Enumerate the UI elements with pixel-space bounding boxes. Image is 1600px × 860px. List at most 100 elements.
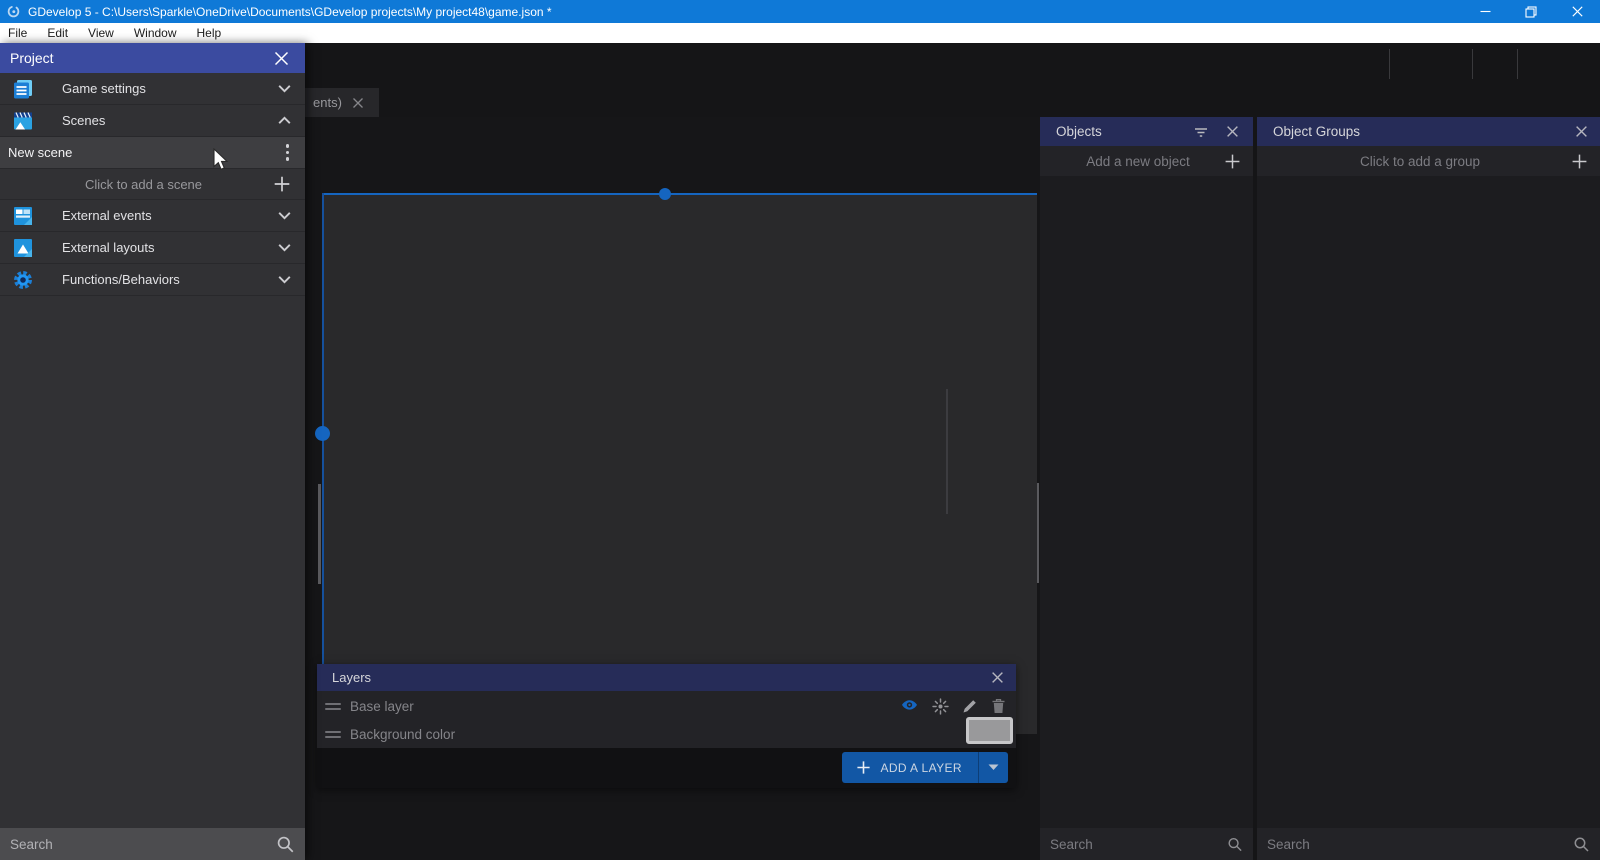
close-objects-icon[interactable] <box>1226 125 1239 138</box>
scene-options-menu-icon[interactable] <box>286 144 290 161</box>
close-icon <box>1572 6 1583 17</box>
close-project-icon[interactable] <box>274 51 289 66</box>
close-object-groups-icon[interactable] <box>1575 125 1588 138</box>
project-panel-title: Project <box>10 50 274 66</box>
project-section-scenes[interactable]: Scenes <box>0 105 305 137</box>
chevron-down-icon[interactable] <box>276 239 293 256</box>
menu-view[interactable]: View <box>78 23 124 43</box>
add-scene-row[interactable]: Click to add a scene <box>0 169 305 200</box>
layer-row-base[interactable]: Base layer <box>317 691 1016 721</box>
gdevelop-logo-icon <box>7 5 20 18</box>
project-search-input[interactable] <box>10 837 276 852</box>
menu-edit[interactable]: Edit <box>37 23 78 43</box>
add-scene-plus-icon[interactable] <box>273 175 291 193</box>
restore-icon <box>1525 6 1537 18</box>
layers-panel: Layers Base layer Background color ADD A <box>317 664 1016 788</box>
vertical-scrollbar-right[interactable] <box>1037 483 1039 583</box>
toolbar-separator <box>1517 49 1518 79</box>
selection-handle-top[interactable] <box>659 188 671 200</box>
edit-layer-pencil-icon[interactable] <box>962 698 978 714</box>
menu-file[interactable]: File <box>0 23 37 43</box>
objects-panel: Objects Add a new object <box>1040 117 1253 860</box>
plus-icon <box>856 760 871 775</box>
section-label: Game settings <box>62 81 146 96</box>
project-section-external-events[interactable]: External events <box>0 200 305 232</box>
objects-panel-scrollbar[interactable] <box>946 389 948 514</box>
objects-list-empty[interactable] <box>1040 176 1253 828</box>
search-icon <box>1573 836 1590 853</box>
add-layer-button[interactable]: ADD A LAYER <box>842 752 1008 783</box>
vertical-scrollbar-left[interactable] <box>318 484 321 584</box>
selection-handle-left[interactable] <box>315 426 330 441</box>
layer-effects-icon[interactable] <box>932 698 949 715</box>
project-section-functions-behaviors[interactable]: Functions/Behaviors <box>0 264 305 296</box>
filter-icon[interactable] <box>1193 124 1209 140</box>
background-color-label: Background color <box>350 727 455 742</box>
add-object-plus-icon[interactable] <box>1224 153 1241 170</box>
add-group-label: Click to add a group <box>1269 154 1571 169</box>
chevron-down-icon[interactable] <box>276 80 293 97</box>
restore-button[interactable] <box>1508 0 1554 23</box>
toolbar-separator <box>1389 49 1390 79</box>
project-search-bar <box>0 828 305 860</box>
close-tab-icon[interactable] <box>352 97 364 109</box>
search-icon <box>276 835 295 854</box>
close-layers-icon[interactable] <box>991 671 1004 684</box>
add-layer-label: ADD A LAYER <box>880 761 962 775</box>
add-layer-dropdown[interactable] <box>978 752 1008 783</box>
layer-name: Base layer <box>350 699 414 714</box>
section-label: Scenes <box>62 113 105 128</box>
tab-label: ents) <box>313 95 342 110</box>
add-scene-label: Click to add a scene <box>14 177 273 192</box>
window-titlebar[interactable]: GDevelop 5 - C:\Users\Sparkle\OneDrive\D… <box>0 0 1600 23</box>
add-object-row[interactable]: Add a new object <box>1040 146 1253 176</box>
scene-list-item-new-scene[interactable]: New scene <box>0 137 305 169</box>
objects-panel-header: Objects <box>1040 117 1253 146</box>
add-group-row[interactable]: Click to add a group <box>1257 146 1600 176</box>
scene-canvas[interactable] <box>324 195 1037 734</box>
caret-down-icon <box>988 764 999 771</box>
window-title: GDevelop 5 - C:\Users\Sparkle\OneDrive\D… <box>28 5 552 19</box>
game-settings-icon <box>12 78 34 100</box>
drag-handle-icon <box>325 731 341 738</box>
search-icon <box>1227 836 1243 853</box>
layers-panel-header: Layers <box>317 664 1016 691</box>
chevron-down-icon[interactable] <box>276 271 293 288</box>
minimize-button[interactable] <box>1462 0 1508 23</box>
menu-help[interactable]: Help <box>187 23 232 43</box>
add-group-plus-icon[interactable] <box>1571 153 1588 170</box>
object-groups-list-empty[interactable] <box>1257 176 1600 828</box>
project-panel: Project Game settings Scenes New scene <box>0 43 305 860</box>
delete-layer-trash-icon[interactable] <box>991 698 1006 714</box>
section-label: Functions/Behaviors <box>62 272 180 287</box>
chevron-up-icon[interactable] <box>276 112 293 129</box>
object-groups-search-bar <box>1257 828 1600 860</box>
scene-selection-left-border <box>322 193 324 734</box>
add-object-label: Add a new object <box>1052 154 1224 169</box>
toolbar-separator <box>1472 49 1473 79</box>
chevron-down-icon[interactable] <box>276 207 293 224</box>
background-color-swatch[interactable] <box>966 717 1013 744</box>
mouse-cursor <box>212 148 232 176</box>
objects-search-input[interactable] <box>1050 837 1227 852</box>
close-window-button[interactable] <box>1554 0 1600 23</box>
objects-search-bar <box>1040 828 1253 860</box>
project-section-game-settings[interactable]: Game settings <box>0 73 305 105</box>
scenes-icon <box>12 110 34 132</box>
object-groups-search-input[interactable] <box>1267 837 1573 852</box>
external-layouts-icon <box>12 237 34 259</box>
drag-handle-icon[interactable] <box>325 703 341 710</box>
scene-editor-tab[interactable]: ents) <box>305 88 379 117</box>
layers-panel-footer: ADD A LAYER <box>317 748 1016 788</box>
visibility-eye-icon[interactable] <box>900 699 919 714</box>
menu-window[interactable]: Window <box>124 23 187 43</box>
minimize-icon <box>1480 6 1491 17</box>
object-groups-panel-header: Object Groups <box>1257 117 1600 146</box>
background-color-row[interactable]: Background color <box>317 721 1016 748</box>
menu-bar: File Edit View Window Help <box>0 23 1600 43</box>
scene-selection-top-border <box>322 193 1037 195</box>
section-label: External layouts <box>62 240 155 255</box>
object-groups-panel-title: Object Groups <box>1273 124 1575 139</box>
section-label: External events <box>62 208 152 223</box>
project-section-external-layouts[interactable]: External layouts <box>0 232 305 264</box>
